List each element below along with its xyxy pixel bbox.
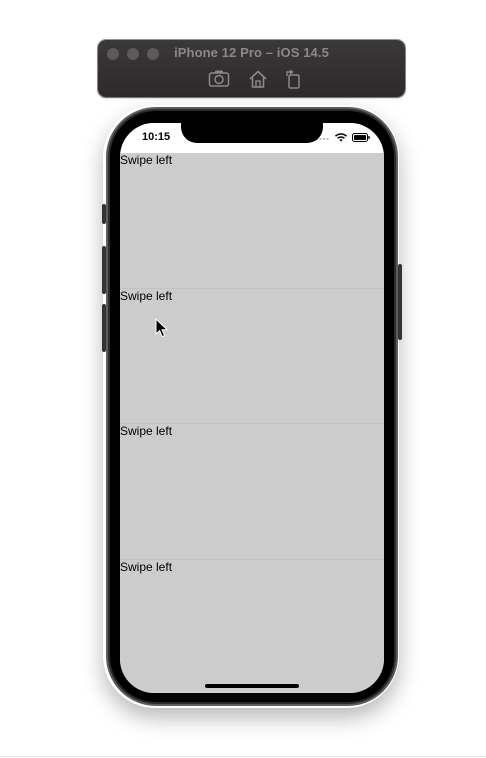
swipe-list: Swipe left Swipe left Swipe left Swipe l… (120, 153, 384, 693)
home-icon[interactable] (247, 68, 269, 90)
volume-up-button (102, 246, 106, 294)
list-item[interactable]: Swipe left (120, 288, 384, 424)
status-icons (316, 132, 370, 142)
list-item-label: Swipe left (120, 153, 173, 167)
status-bar: 10:15 (120, 123, 384, 153)
list-item[interactable]: Swipe left (120, 153, 384, 289)
list-item-label: Swipe left (120, 559, 173, 574)
list-item-label: Swipe left (120, 424, 173, 438)
list-item[interactable]: Swipe left (120, 559, 384, 693)
rotate-icon[interactable] (283, 68, 305, 90)
notch (181, 123, 323, 143)
list-item-label: Swipe left (120, 288, 173, 303)
list-item[interactable]: Swipe left (120, 424, 384, 560)
window-bottom-edge (0, 756, 486, 757)
camera-icon[interactable] (208, 68, 230, 90)
page: iPhone 12 Pro – iOS 14.5 10:15 Swipe lef… (0, 0, 486, 758)
simulator-toolbar: iPhone 12 Pro – iOS 14.5 (98, 40, 405, 97)
volume-down-button (102, 304, 106, 352)
battery-icon (352, 132, 370, 142)
simulator-title: iPhone 12 Pro – iOS 14.5 (174, 45, 329, 60)
status-time: 10:15 (142, 131, 171, 143)
phone-screen: 10:15 Swipe left Swipe left Swipe left S… (120, 123, 384, 693)
power-button (398, 264, 402, 340)
wifi-icon (335, 132, 347, 141)
silent-switch (102, 204, 106, 224)
mouse-cursor-icon (155, 318, 169, 338)
home-indicator[interactable] (205, 684, 299, 688)
